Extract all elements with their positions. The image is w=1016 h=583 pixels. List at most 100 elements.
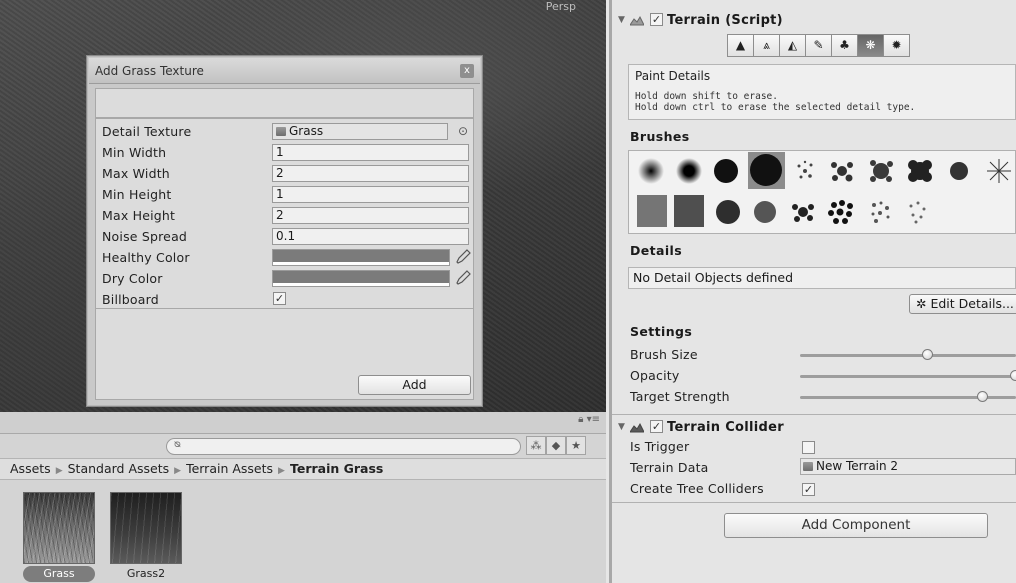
filter-by-label-icon[interactable]: ◆: [546, 436, 566, 455]
breadcrumb-item[interactable]: Terrain Assets: [186, 461, 273, 476]
field-label: Min Height: [102, 187, 172, 202]
filter-by-type-icon[interactable]: ⁂: [526, 436, 546, 455]
place-trees-icon[interactable]: ♣: [831, 34, 858, 57]
foldout-arrow-icon[interactable]: ▼: [618, 15, 625, 25]
add-component-button[interactable]: Add Component: [724, 513, 988, 538]
terrain-data-value: New Terrain 2: [816, 459, 899, 473]
detail-texture-object-field[interactable]: Grass: [272, 123, 448, 140]
brush-scatter-1[interactable]: [797, 160, 813, 179]
settings-icon[interactable]: ✹: [883, 34, 910, 57]
field-healthy-color: Healthy Color: [96, 247, 473, 268]
terrain-component-header[interactable]: ▼ ✓ Terrain (Script): [612, 10, 1016, 32]
collider-icon: [630, 422, 644, 433]
asset-item[interactable]: Grass: [23, 492, 95, 582]
edit-details-button[interactable]: ✲ Edit Details...: [909, 294, 1016, 314]
terrain-enabled-checkbox[interactable]: ✓: [650, 13, 663, 26]
is-trigger-checkbox[interactable]: [802, 441, 815, 454]
brush-speckle-2[interactable]: [909, 201, 926, 224]
brush-grass-1[interactable]: [637, 195, 667, 227]
brush-scatter-3[interactable]: [870, 160, 893, 182]
asset-thumbnail[interactable]: [110, 492, 182, 564]
slider-knob[interactable]: [922, 349, 933, 360]
brush-dots[interactable]: [828, 200, 853, 224]
brush-soft-small[interactable]: [638, 158, 664, 184]
brush-speckle-1[interactable]: [871, 201, 890, 224]
brush-flower[interactable]: [950, 162, 968, 180]
field-min-width: Min Width 1: [96, 142, 473, 163]
breadcrumb: Assets ▶ Standard Assets ▶ Terrain Assets ▶ Te…: [0, 458, 606, 480]
project-toolbar: 🔒︎ ▾≡: [0, 412, 606, 434]
eyedropper-icon[interactable]: [454, 248, 472, 266]
breadcrumb-item[interactable]: Assets: [10, 461, 51, 476]
paint-height-icon[interactable]: ⩓: [753, 34, 780, 57]
paint-texture-icon[interactable]: ✎: [805, 34, 832, 57]
brush-cloud[interactable]: [908, 160, 932, 182]
project-filter-buttons: ⁂ ◆ ★: [526, 436, 586, 456]
slider-knob[interactable]: [977, 391, 988, 402]
max-width-input[interactable]: 2: [272, 165, 469, 182]
foldout-arrow-icon[interactable]: ▼: [618, 422, 625, 432]
field-dry-color: Dry Color: [96, 268, 473, 289]
breadcrumb-separator-icon: ▶: [174, 466, 182, 476]
brush-size-slider[interactable]: [800, 349, 1016, 360]
brush-splatter[interactable]: [792, 204, 814, 222]
brush-size-label: Brush Size: [630, 347, 698, 362]
paint-details-icon[interactable]: ❋: [857, 34, 884, 57]
texture-icon: [276, 127, 286, 136]
object-picker-icon[interactable]: ⊙: [458, 124, 468, 138]
min-height-input[interactable]: 1: [272, 186, 469, 203]
component-divider: [612, 502, 1016, 503]
brush-star[interactable]: [987, 159, 1011, 183]
edit-details-label: Edit Details...: [930, 296, 1014, 311]
paint-details-help-box: Paint Details Hold down shift to erase. …: [628, 64, 1016, 120]
billboard-checkbox[interactable]: ✓: [273, 292, 286, 305]
field-label: Detail Texture: [102, 124, 192, 139]
scene-view-mode-label[interactable]: Persp: [546, 0, 576, 13]
brush-soft-medium[interactable]: [676, 158, 702, 184]
details-heading: Details: [630, 243, 683, 258]
field-label: Noise Spread: [102, 229, 188, 244]
project-panel: 🔒︎ ▾≡ ᴓ ⁂ ◆ ★ Assets ▶ Standard Assets ▶ Ter…: [0, 412, 606, 583]
brush-thumbnails[interactable]: [629, 151, 1016, 235]
create-tree-colliders-checkbox[interactable]: ✓: [802, 483, 815, 496]
eyedropper-icon[interactable]: [454, 269, 472, 287]
opacity-slider[interactable]: [800, 370, 1016, 381]
detail-objects-list[interactable]: No Detail Objects defined: [628, 267, 1016, 289]
collider-enabled-checkbox[interactable]: ✓: [650, 420, 663, 433]
detail-texture-value: Grass: [289, 124, 324, 138]
breadcrumb-item-current[interactable]: Terrain Grass: [290, 461, 383, 476]
brush-hard-medium[interactable]: [714, 159, 738, 183]
raise-lower-icon[interactable]: ▲: [727, 34, 754, 57]
search-input[interactable]: ᴓ: [166, 438, 521, 455]
max-height-input[interactable]: 2: [272, 207, 469, 224]
breadcrumb-item[interactable]: Standard Assets: [68, 461, 170, 476]
add-button[interactable]: Add: [358, 375, 471, 395]
slider-knob[interactable]: [1010, 370, 1016, 381]
healthy-color-swatch[interactable]: [272, 249, 450, 266]
dialog-body: Detail Texture Grass ⊙ Min Width 1 Max W…: [95, 118, 474, 400]
asset-thumbnail[interactable]: [23, 492, 95, 564]
brush-bush[interactable]: [716, 200, 740, 224]
favorite-star-icon[interactable]: ★: [566, 436, 586, 455]
lock-icon[interactable]: 🔒︎ ▾≡: [578, 414, 600, 425]
dialog-titlebar[interactable]: Add Grass Texture x: [89, 58, 480, 84]
close-icon[interactable]: x: [460, 64, 474, 78]
brush-smudge[interactable]: [754, 201, 776, 223]
smooth-height-icon[interactable]: ◭: [779, 34, 806, 57]
dialog-fields: Detail Texture Grass ⊙ Min Width 1 Max W…: [96, 119, 473, 309]
min-width-input[interactable]: 1: [272, 144, 469, 161]
terrain-collider-header[interactable]: ▼ ✓ Terrain Collider: [612, 417, 1016, 439]
settings-heading: Settings: [630, 324, 693, 339]
field-label: Max Height: [102, 208, 176, 223]
field-min-height: Min Height 1: [96, 184, 473, 205]
noise-spread-input[interactable]: 0.1: [272, 228, 469, 245]
dry-color-swatch[interactable]: [272, 270, 450, 287]
terrain-data-object-field[interactable]: New Terrain 2: [800, 458, 1016, 475]
dialog-header-strip: [95, 88, 474, 118]
brush-scatter-2[interactable]: [831, 162, 853, 182]
target-strength-slider[interactable]: [800, 391, 1016, 402]
brush-grass-2[interactable]: [674, 195, 704, 227]
create-tree-colliders-label: Create Tree Colliders: [630, 481, 764, 496]
asset-item[interactable]: Grass2: [110, 492, 182, 582]
brush-hard-large[interactable]: [750, 154, 782, 186]
